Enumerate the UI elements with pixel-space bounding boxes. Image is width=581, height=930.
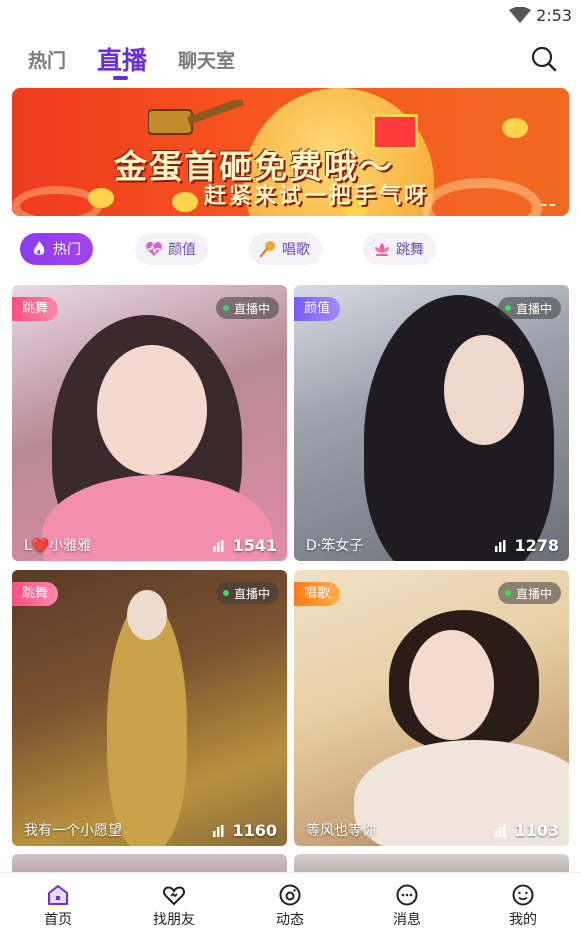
tab-hot[interactable]: 热门 xyxy=(28,46,66,73)
live-status-badge: 直播中 xyxy=(215,297,279,319)
banner-decoration xyxy=(88,188,114,208)
tab-chatroom[interactable]: 聊天室 xyxy=(178,46,235,73)
banner-subtitle: 赶紧来试一把手气呀 xyxy=(204,184,430,209)
microphone-icon xyxy=(259,241,275,258)
live-room-card[interactable]: 跳舞 直播中 L❤️小雅雅 1541 xyxy=(12,285,287,561)
smile-icon xyxy=(512,884,534,906)
category-chip-hot[interactable]: 热门 xyxy=(20,233,93,265)
promo-banner[interactable]: 金蛋首砸免费哦～ 赶紧来试一把手气呀 xyxy=(12,88,569,216)
nav-find-friends[interactable]: 找朋友 xyxy=(134,879,214,929)
streamer-photo xyxy=(409,630,494,740)
viewer-count: 1160 xyxy=(213,821,277,840)
live-dot-icon xyxy=(222,305,229,311)
live-dot-icon xyxy=(504,590,511,596)
viewer-count-number: 1160 xyxy=(232,821,277,840)
live-status-badge: 直播中 xyxy=(497,297,561,319)
bar-chart-icon xyxy=(213,539,224,552)
streamer-name: D·笨女子 xyxy=(306,538,364,554)
flame-icon xyxy=(33,241,45,255)
nav-me[interactable]: 我的 xyxy=(483,879,563,929)
nav-label: 消息 xyxy=(393,912,421,928)
live-room-card[interactable]: 跳舞 直播中 我有一个小愿望 1160 xyxy=(12,570,287,846)
streamer-name: 等风也等你 xyxy=(306,823,376,839)
banner-page-indicator xyxy=(541,204,555,206)
top-tab-bar: 热门 直播 聊天室 xyxy=(0,38,581,84)
nav-label: 首页 xyxy=(44,912,72,928)
bottom-nav: 首页 找朋友 动态 消息 我的 xyxy=(0,872,581,930)
live-status-text: 直播中 xyxy=(515,301,552,316)
nav-label: 我的 xyxy=(509,912,537,928)
live-room-card[interactable]: 颜值 直播中 D·笨女子 1278 xyxy=(294,285,569,561)
category-label: 跳舞 xyxy=(396,242,424,258)
category-tag: 跳舞 xyxy=(12,582,59,606)
nav-label: 找朋友 xyxy=(153,912,195,928)
streamer-photo xyxy=(127,590,167,640)
live-status-text: 直播中 xyxy=(233,301,270,316)
banner-decoration xyxy=(422,178,542,216)
live-status-badge: 直播中 xyxy=(497,582,561,604)
live-room-card[interactable]: 唱歌 直播中 等风也等你 1103 xyxy=(294,570,569,846)
streamer-name: 我有一个小愿望 xyxy=(24,823,122,839)
category-chip-dance[interactable]: 跳舞 xyxy=(363,233,436,265)
viewer-count-number: 1103 xyxy=(514,821,559,840)
category-tag: 唱歌 xyxy=(294,582,341,606)
moments-icon xyxy=(279,884,301,906)
hammer-icon xyxy=(148,100,245,135)
streamer-photo xyxy=(97,345,207,475)
bar-chart-icon xyxy=(495,539,506,552)
live-dot-icon xyxy=(504,305,511,311)
streamer-name: L❤️小雅雅 xyxy=(24,538,92,554)
bar-chart-icon xyxy=(213,824,224,837)
active-tab-indicator xyxy=(113,76,128,80)
bar-chart-icon xyxy=(495,824,506,837)
lotus-icon xyxy=(375,243,389,256)
category-label: 颜值 xyxy=(168,242,196,258)
nav-messages[interactable]: 消息 xyxy=(367,879,447,929)
status-time: 2:53 xyxy=(536,6,572,25)
banner-decoration xyxy=(502,118,528,138)
category-tag: 颜值 xyxy=(294,297,341,321)
status-bar: 2:53 xyxy=(0,0,581,30)
viewer-count: 1278 xyxy=(495,536,559,555)
viewer-count: 1103 xyxy=(495,821,559,840)
category-label: 唱歌 xyxy=(282,242,310,258)
heart-pulse-icon xyxy=(146,242,162,256)
tab-live[interactable]: 直播 xyxy=(97,41,147,77)
live-status-badge: 直播中 xyxy=(215,582,279,604)
nav-label: 动态 xyxy=(276,912,304,928)
live-dot-icon xyxy=(222,590,229,596)
category-chip-looks[interactable]: 颜值 xyxy=(135,233,208,265)
streamer-photo xyxy=(444,335,524,445)
home-icon xyxy=(48,885,68,905)
category-label: 热门 xyxy=(53,242,81,258)
live-status-text: 直播中 xyxy=(233,586,270,601)
category-chips: 热门 颜值 唱歌 跳舞 xyxy=(20,233,560,267)
category-tag: 跳舞 xyxy=(12,297,59,321)
nav-moments[interactable]: 动态 xyxy=(250,879,330,929)
message-icon xyxy=(396,884,418,906)
live-status-text: 直播中 xyxy=(515,586,552,601)
search-icon[interactable] xyxy=(531,46,557,72)
heart-icon xyxy=(163,886,185,906)
viewer-count-number: 1278 xyxy=(514,536,559,555)
nav-home[interactable]: 首页 xyxy=(18,879,98,929)
banner-decoration xyxy=(172,192,198,212)
category-chip-singing[interactable]: 唱歌 xyxy=(249,233,322,265)
viewer-count: 1541 xyxy=(213,536,277,555)
wifi-icon xyxy=(509,7,531,23)
viewer-count-number: 1541 xyxy=(232,536,277,555)
